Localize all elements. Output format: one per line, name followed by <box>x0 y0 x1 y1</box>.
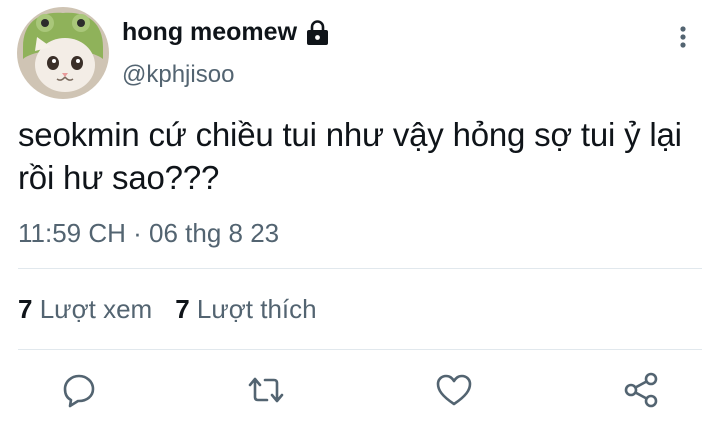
like-icon <box>436 374 472 406</box>
display-name-row: hong meomew <box>122 16 331 48</box>
share-icon <box>624 372 658 408</box>
views-stat[interactable]: 7 Lượt xem <box>18 293 152 325</box>
avatar[interactable] <box>17 7 109 99</box>
share-button[interactable] <box>621 370 661 410</box>
likes-label: Lượt thích <box>196 294 317 324</box>
like-button[interactable] <box>434 370 474 410</box>
display-name[interactable]: hong meomew <box>122 16 297 48</box>
divider <box>18 268 702 269</box>
likes-stat[interactable]: 7 Lượt thích <box>175 293 316 325</box>
action-bar <box>0 370 720 412</box>
timestamp[interactable]: 11:59 CH · 06 thg 8 23 <box>18 217 279 249</box>
retweet-icon <box>248 377 284 403</box>
cat-avatar-image <box>17 7 109 99</box>
stats-row: 7 Lượt xem 7 Lượt thích <box>18 293 317 325</box>
lock-icon <box>304 19 331 46</box>
reply-button[interactable] <box>59 370 99 410</box>
reply-icon <box>63 374 95 408</box>
views-label: Lượt xem <box>39 294 153 324</box>
handle[interactable]: @kphjisoo <box>122 60 234 90</box>
divider <box>18 349 702 350</box>
tweet-text: seokmin cứ chiều tui như vậy hỏng sợ tui… <box>18 116 682 196</box>
views-count: 7 <box>18 294 33 324</box>
likes-count: 7 <box>175 294 190 324</box>
more-options-icon[interactable] <box>671 22 695 52</box>
retweet-button[interactable] <box>246 370 286 410</box>
